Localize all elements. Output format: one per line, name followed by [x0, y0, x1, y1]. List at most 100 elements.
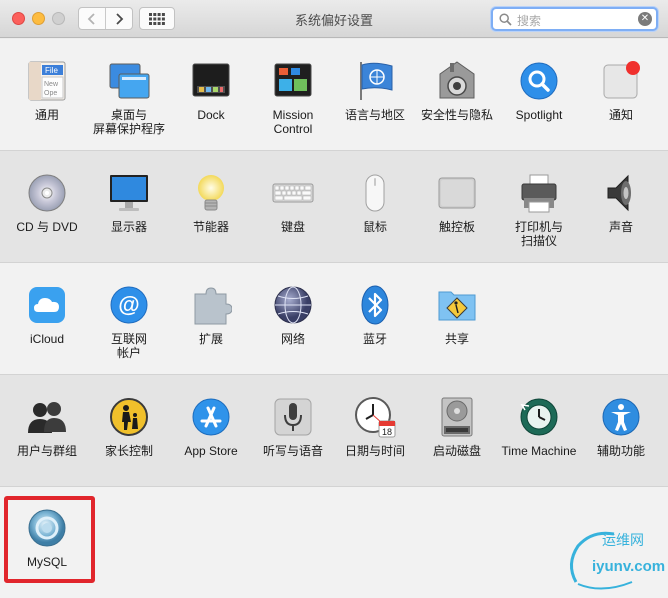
accessibility-icon: [600, 396, 642, 438]
pref-sharing[interactable]: 共享: [415, 284, 499, 346]
time-machine-icon: [518, 396, 560, 438]
search-field[interactable]: 搜索 ✕: [491, 7, 658, 31]
svg-text:@: @: [118, 292, 139, 317]
pref-label: 启动磁盘: [432, 444, 481, 458]
pref-label: 通用: [34, 108, 59, 122]
pref-label: 桌面与 屏幕保护程序: [92, 108, 165, 136]
displays-icon: [108, 172, 150, 214]
pref-label: iCloud: [29, 332, 65, 346]
pref-accessibility[interactable]: 辅助功能: [579, 396, 663, 458]
pref-label: 互联网 帐户: [110, 332, 147, 360]
pref-keyboard[interactable]: 键盘: [251, 172, 335, 234]
pref-general[interactable]: File New Ope 通用: [5, 60, 89, 122]
pref-desktop-screensaver[interactable]: 桌面与 屏幕保护程序: [87, 60, 171, 136]
mouse-icon: [354, 172, 396, 214]
sound-icon: [600, 172, 642, 214]
trackpad-icon: [436, 172, 478, 214]
pref-dock[interactable]: Dock: [169, 60, 253, 122]
calendar-day-text: 18: [382, 427, 392, 437]
clear-search-icon[interactable]: ✕: [638, 12, 652, 26]
pref-internet-accounts[interactable]: @ 互联网 帐户: [87, 284, 171, 360]
pref-dictation-speech[interactable]: 听写与语音: [251, 396, 335, 458]
general-icon-text-file: File: [45, 66, 58, 75]
date-time-icon: 18: [354, 396, 396, 438]
users-groups-icon: [26, 396, 68, 438]
pref-extensions[interactable]: 扩展: [169, 284, 253, 346]
pref-cd-dvd[interactable]: CD 与 DVD: [5, 172, 89, 234]
energy-saver-icon: [190, 172, 232, 214]
general-icon-text-new: New: [44, 81, 59, 88]
bluetooth-icon: [354, 284, 396, 326]
pref-label: Mission Control: [272, 108, 314, 136]
icloud-icon: [26, 284, 68, 326]
dictation-speech-icon: [272, 396, 314, 438]
pref-displays[interactable]: 显示器: [87, 172, 171, 234]
pref-icloud[interactable]: iCloud: [5, 284, 89, 346]
language-region-icon: [354, 60, 396, 102]
pref-label: 打印机与 扫描仪: [514, 220, 563, 248]
pref-users-groups[interactable]: 用户与群组: [5, 396, 89, 458]
pref-trackpad[interactable]: 触控板: [415, 172, 499, 234]
pref-energy-saver[interactable]: 节能器: [169, 172, 253, 234]
pref-label: 日期与时间: [344, 444, 405, 458]
pref-label: 触控板: [438, 220, 475, 234]
pref-label: 显示器: [110, 220, 147, 234]
pref-sound[interactable]: 声音: [579, 172, 663, 234]
network-icon: [272, 284, 314, 326]
watermark-text-domain: iyunv.com: [592, 558, 666, 575]
pref-mission-control[interactable]: Mission Control: [251, 60, 335, 136]
pref-label: 扩展: [198, 332, 223, 346]
pref-time-machine[interactable]: Time Machine: [497, 396, 581, 458]
extensions-icon: [190, 284, 233, 326]
pref-label: 家长控制: [104, 444, 153, 458]
watermark-logo: 运维网 iyunv.com: [562, 524, 666, 596]
app-store-icon: [190, 396, 232, 438]
pref-label: 安全性与隐私: [420, 108, 493, 122]
watermark-text-cn: 运维网: [602, 532, 644, 548]
general-icon-text-open: Ope: [44, 90, 57, 97]
section-system: 用户与群组 家长控制 App Store 听写与语音 18 日期与时间 启动磁盘…: [0, 375, 668, 487]
pref-label: 鼠标: [362, 220, 387, 234]
notifications-icon: [600, 60, 642, 102]
pref-label: 听写与语音: [262, 444, 323, 458]
pref-label: Dock: [197, 108, 225, 122]
pref-label: Time Machine: [501, 444, 577, 458]
pref-language-region[interactable]: 语言与地区: [333, 60, 417, 122]
desktop-screensaver-icon: [108, 60, 150, 102]
pref-label: 声音: [608, 220, 633, 234]
search-icon: [499, 13, 512, 26]
pref-label: 蓝牙: [362, 332, 387, 346]
pref-label: 节能器: [192, 220, 229, 234]
title-bar: 系统偏好设置 搜索 ✕: [0, 0, 668, 38]
dock-icon: [190, 60, 232, 102]
sharing-icon: [436, 284, 478, 326]
pref-security-privacy[interactable]: 安全性与隐私: [415, 60, 499, 122]
pref-mouse[interactable]: 鼠标: [333, 172, 417, 234]
pref-printers-scanners[interactable]: 打印机与 扫描仪: [497, 172, 581, 248]
pref-label: 用户与群组: [16, 444, 77, 458]
pref-spotlight[interactable]: Spotlight: [497, 60, 581, 122]
pref-label: 键盘: [280, 220, 305, 234]
security-privacy-icon: [436, 60, 478, 102]
pref-notifications[interactable]: 通知: [579, 60, 663, 122]
startup-disk-icon: [436, 396, 478, 438]
printers-scanners-icon: [518, 172, 560, 214]
pref-network[interactable]: 网络: [251, 284, 335, 346]
internet-accounts-icon: @: [108, 284, 150, 326]
pref-label: 语言与地区: [344, 108, 405, 122]
pref-startup-disk[interactable]: 启动磁盘: [415, 396, 499, 458]
pref-label: 网络: [280, 332, 305, 346]
search-placeholder: 搜索: [517, 14, 542, 28]
pref-label: 共享: [444, 332, 469, 346]
pref-label: Spotlight: [515, 108, 563, 122]
pref-app-store[interactable]: App Store: [169, 396, 253, 458]
pref-label: App Store: [184, 444, 238, 458]
pref-date-time[interactable]: 18 日期与时间: [333, 396, 417, 458]
section-personal: File New Ope 通用 桌面与 屏幕保护程序 Dock Mission …: [0, 39, 668, 151]
mission-control-icon: [272, 60, 314, 102]
pref-parental-controls[interactable]: 家长控制: [87, 396, 171, 458]
parental-controls-icon: [108, 396, 150, 438]
keyboard-icon: [272, 172, 314, 214]
pref-label: CD 与 DVD: [16, 220, 78, 234]
pref-bluetooth[interactable]: 蓝牙: [333, 284, 417, 346]
